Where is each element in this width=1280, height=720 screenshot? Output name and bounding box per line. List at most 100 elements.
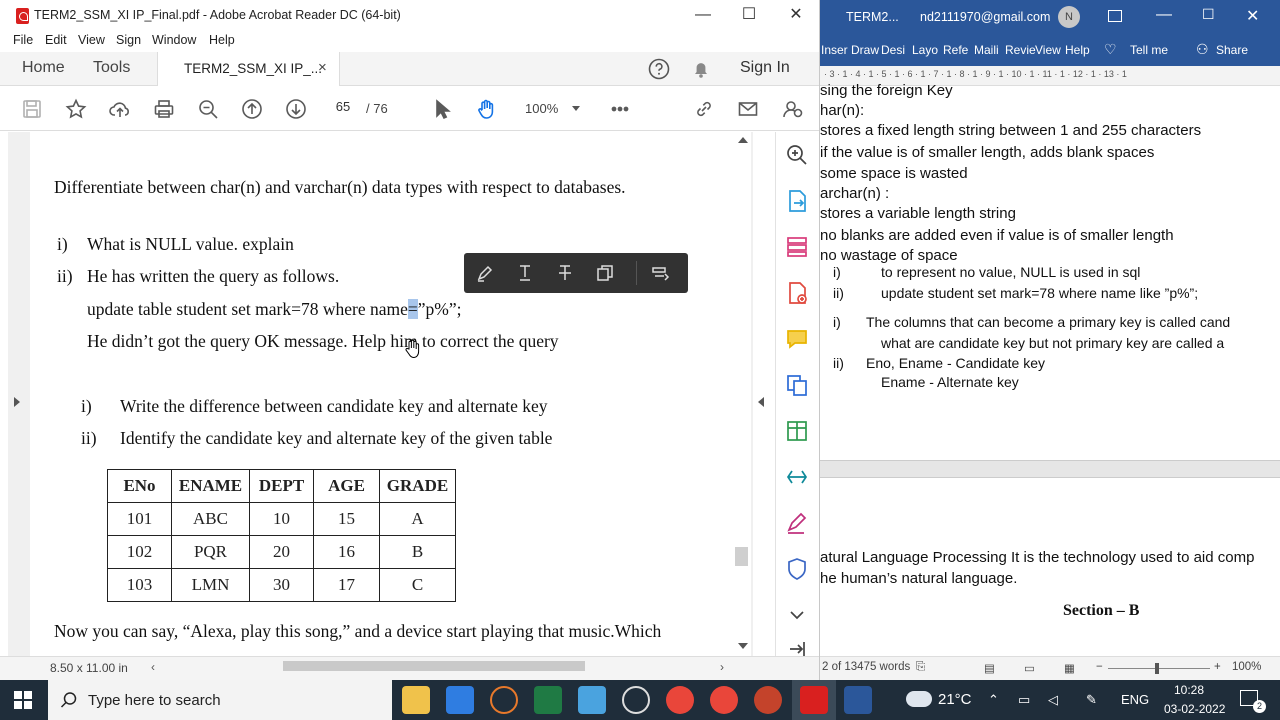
word-icon[interactable]	[844, 686, 872, 714]
ribbon-tab-draw[interactable]: Draw	[851, 43, 879, 57]
page-number-field[interactable]: 65	[328, 99, 358, 119]
menu-sign[interactable]: Sign	[116, 33, 141, 47]
avatar[interactable]: N	[1058, 6, 1080, 28]
proofing-icon[interactable]: ⎘	[916, 661, 925, 674]
comment-icon[interactable]	[784, 326, 810, 352]
ribbon-display-icon[interactable]	[1108, 10, 1122, 22]
notifications-bell-icon[interactable]	[690, 58, 712, 80]
scan-ocr-icon[interactable]	[784, 464, 810, 490]
vertical-scrollbar[interactable]	[733, 132, 751, 656]
temperature[interactable]: 21°C	[938, 691, 972, 708]
search-zoom-icon[interactable]	[784, 142, 810, 168]
cloud-upload-icon[interactable]	[108, 97, 132, 121]
more-options-icon[interactable]	[608, 97, 632, 121]
clock-time[interactable]: 10:28	[1174, 683, 1204, 697]
chevron-up-icon[interactable]: ⌃	[988, 692, 999, 708]
maximize-button[interactable]: ☐	[726, 0, 772, 32]
link-icon[interactable]	[692, 97, 716, 121]
ribbon-tab-view[interactable]: View	[1035, 43, 1061, 57]
maximize-button[interactable]: ☐	[1202, 6, 1215, 23]
minimize-button[interactable]: —	[1156, 6, 1172, 24]
windows-start-icon[interactable]	[14, 691, 32, 709]
language-indicator[interactable]: ENG	[1121, 692, 1149, 707]
hand-tool-icon[interactable]	[474, 97, 498, 121]
scroll-left-icon[interactable]: ‹	[151, 660, 155, 674]
powerpoint-icon[interactable]	[754, 686, 782, 714]
zoom-percent[interactable]: 100%	[1232, 661, 1261, 673]
tab-home[interactable]: Home	[22, 59, 65, 77]
ribbon-tab-insert[interactable]: Inser	[821, 43, 848, 57]
scroll-down-icon[interactable]	[738, 643, 748, 649]
ribbon-tab-review[interactable]: Revie	[1005, 43, 1036, 57]
zoom-search-icon[interactable]	[196, 97, 220, 121]
pen-icon[interactable]: ✎	[1086, 692, 1097, 708]
menu-view[interactable]: View	[78, 33, 105, 47]
ribbon-tab-mailings[interactable]: Maili	[974, 43, 999, 57]
minimize-button[interactable]: —	[680, 0, 726, 32]
close-button[interactable]: ✕	[773, 0, 819, 32]
people-app-icon[interactable]	[578, 686, 606, 714]
select-cursor-icon[interactable]	[430, 97, 454, 121]
redact-icon[interactable]	[650, 263, 670, 283]
print-icon[interactable]	[152, 97, 176, 121]
horizontal-scrollbar-thumb[interactable]	[283, 661, 585, 671]
word-count[interactable]: 2 of 13475 words	[822, 661, 910, 673]
chrome-icon[interactable]	[666, 686, 694, 714]
combine-files-icon[interactable]	[784, 372, 810, 398]
share-user-icon[interactable]	[780, 97, 804, 121]
print-layout-icon[interactable]: ▭	[1024, 661, 1035, 675]
acrobat-icon[interactable]	[800, 686, 828, 714]
file-explorer-icon[interactable]	[402, 686, 430, 714]
ribbon-tab-design[interactable]: Desi	[881, 43, 905, 57]
store-icon[interactable]	[446, 686, 474, 714]
taskbar-search[interactable]: Type here to search	[48, 680, 392, 720]
clock-date[interactable]: 03-02-2022	[1164, 702, 1225, 716]
close-tab-icon[interactable]: ×	[318, 59, 327, 76]
organize-pages-icon[interactable]	[784, 234, 810, 260]
read-mode-icon[interactable]: ▤	[984, 661, 995, 675]
menu-file[interactable]: File	[13, 33, 33, 47]
previous-page-icon[interactable]	[240, 97, 264, 121]
zoom-slider[interactable]	[1108, 668, 1210, 669]
account-email[interactable]: nd2111970@gmail.com	[920, 10, 1050, 24]
create-pdf-icon[interactable]	[784, 280, 810, 306]
collapse-right-panel-icon[interactable]	[758, 397, 764, 407]
chevron-down-icon[interactable]	[572, 106, 580, 111]
protect-shield-icon[interactable]	[784, 556, 810, 582]
excel-icon[interactable]	[534, 686, 562, 714]
scrollbar-thumb[interactable]	[735, 547, 748, 566]
copy-icon[interactable]	[595, 263, 615, 283]
web-layout-icon[interactable]: ▦	[1064, 661, 1075, 675]
save-icon[interactable]	[20, 97, 44, 121]
help-icon[interactable]	[648, 58, 670, 80]
chrome-profile-icon[interactable]	[710, 686, 738, 714]
weather-cloud-icon[interactable]	[906, 691, 932, 707]
compress-pdf-icon[interactable]	[784, 418, 810, 444]
highlight-pen-icon[interactable]	[475, 263, 495, 283]
zoom-slider-thumb[interactable]	[1155, 663, 1159, 674]
zoom-in-icon[interactable]: +	[1214, 661, 1221, 673]
email-icon[interactable]	[736, 97, 760, 121]
sign-in-button[interactable]: Sign In	[740, 59, 790, 77]
strikethrough-text-icon[interactable]	[555, 263, 575, 283]
tab-document[interactable]: TERM2_SSM_XI IP_... ×	[157, 52, 340, 86]
scroll-up-icon[interactable]	[738, 137, 748, 143]
menu-help[interactable]: Help	[209, 33, 235, 47]
scroll-right-icon[interactable]: ›	[720, 660, 724, 674]
tab-tools[interactable]: Tools	[93, 59, 130, 77]
ribbon-tab-references[interactable]: Refe	[943, 43, 968, 57]
network-icon[interactable]: ▭	[1018, 692, 1030, 708]
share-button[interactable]: Share	[1216, 43, 1248, 57]
zoom-level-select[interactable]: 100%	[525, 101, 558, 116]
chevron-down-icon[interactable]	[784, 602, 810, 628]
tell-me-search[interactable]: Tell me	[1130, 43, 1168, 57]
next-page-icon[interactable]	[284, 97, 308, 121]
menu-window[interactable]: Window	[152, 33, 196, 47]
bookmark-star-icon[interactable]	[64, 97, 88, 121]
ribbon-tab-help[interactable]: Help	[1065, 43, 1090, 57]
obs-icon[interactable]	[622, 686, 650, 714]
zoom-out-icon[interactable]: −	[1096, 661, 1103, 673]
ribbon-tab-layout[interactable]: Layo	[912, 43, 938, 57]
volume-icon[interactable]: ◁	[1048, 692, 1058, 708]
underline-text-icon[interactable]	[515, 263, 535, 283]
